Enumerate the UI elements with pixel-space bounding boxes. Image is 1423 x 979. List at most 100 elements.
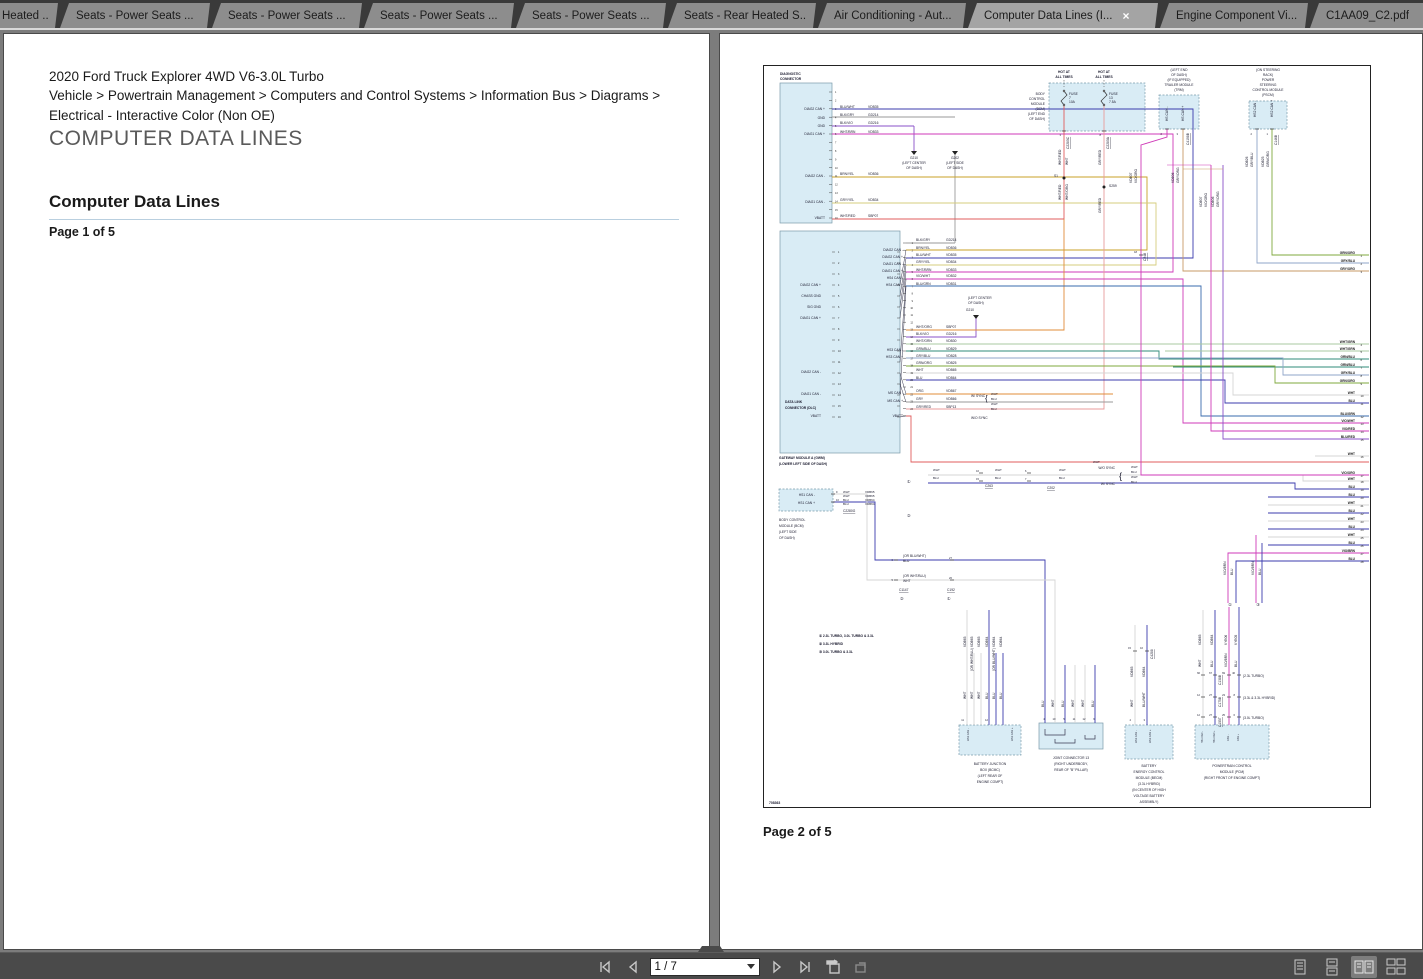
first-page-button[interactable] [594,956,616,977]
tab-9[interactable]: C1AA09_C2.pdf [1310,3,1423,28]
diagram-label: (LEFT SIDE [779,530,798,534]
diagram-label: GD214 [946,238,957,242]
diagram-label: (LEFT END [1028,112,1046,116]
diagram-label: GRY/BLU [1250,152,1254,167]
diagram-label: HS CAN + [1181,106,1185,121]
diagram-label: { [985,394,988,403]
diagram-label: C263 [985,484,993,488]
diagram-label: WHT [1131,475,1138,479]
exit-number: 11 [1361,402,1364,406]
diagram-label: ② 3.3L HYBRID [819,642,844,646]
diagram-label: C1147 [899,588,909,592]
tab-5[interactable]: Seats - Rear Heated S... [668,3,816,28]
two-page-continuous-view-button[interactable] [1383,956,1409,978]
tab-3[interactable]: Seats - Power Seats ... [364,3,514,28]
diagram-label: C2280G [843,509,856,513]
tab-label: Seats - Power Seats ... [532,10,650,22]
diagram-label: SIG GND [807,305,822,309]
diagram-label: VDB07 [1199,196,1203,207]
diagram-label: WHT/ORG [916,325,932,329]
new-window-icon [825,959,841,975]
new-window-button[interactable] [822,956,844,977]
diagram-label: GND [818,116,826,120]
diagram-label: (LOWER LEFT SIDE OF DASH) [779,462,827,466]
exit-wire-label: VIO/WHT [1341,419,1355,423]
exit-wire-label: WHT [1348,501,1355,505]
last-page-button[interactable] [794,956,816,977]
first-page-icon [598,960,612,974]
diagram-label: C192 [947,588,955,592]
exit-wire-label: BLU [1348,399,1355,403]
exit-number: 14 [1361,430,1365,434]
diagram-label: (ON STEERING [1256,68,1280,72]
diagram-label: GRN/ORG [1266,151,1270,167]
tab-8[interactable]: Engine Component Vi... [1160,3,1308,28]
two-page-view-button[interactable] [1351,956,1377,978]
exit-wire-label: BLU [1348,485,1355,489]
diagram-label: VDB36 [946,246,957,250]
diagram-label: BLU [916,376,923,380]
diagram-label: HS1 CAN + [1010,727,1014,741]
wiring-diagram: 1234567891011121314151612345678910111213… [763,65,1371,808]
tab-0[interactable]: Heated ... [0,3,58,28]
diagram-label: VDB28 [946,354,957,358]
exit-number: 19 [1361,488,1365,492]
exit-number: 10 [1361,394,1365,398]
tab-close-icon[interactable]: × [1122,10,1129,22]
tab-4[interactable]: Seats - Power Seats ... [516,3,666,28]
diagram-label: WHT/BRN [916,268,932,272]
single-page-view-button[interactable] [1287,956,1313,978]
splice-dot [1063,177,1065,179]
diagram-label: W/ SYNC [971,394,986,398]
diagram-label: VBATT [893,414,903,418]
fuse-terminal [1103,90,1105,92]
snapshot-button[interactable] [850,956,872,977]
diagram-label: DIAG2 CAN + [882,255,903,259]
diagram-label: VDB26 [1245,156,1249,167]
diagram-label: BLU [843,502,849,506]
exit-wire-label: BLU [1348,509,1355,513]
tab-7[interactable]: Computer Data Lines (I...× [968,3,1158,28]
exit-wire-label: VIO/BRN [1342,549,1356,553]
page-count-label-2: Page 2 of 5 [763,824,832,839]
diagram-label: C4198B [1186,132,1190,145]
diagram-label: GD216 [868,121,879,125]
tab-label: C1AA09_C2.pdf [1326,10,1409,22]
next-page-button[interactable] [766,956,788,977]
diagram-label: VDB64 [1142,666,1146,677]
diagram-label: WHT [1051,699,1055,707]
diagram-label: CAN - [1227,734,1230,741]
exit-wire-label: VIO/ORG [1341,471,1355,475]
diagram-label: HS1 CAN - [966,728,970,741]
fuse-terminal [1103,104,1105,106]
exit-number: 22 [1361,512,1365,516]
wiring-diagram-svg: 1234567891011121314151612345678910111213… [763,65,1371,808]
tab-2[interactable]: Seats - Power Seats ... [212,3,362,28]
diagram-label: BLU [1131,480,1137,484]
diagram-label: HS4 CAN - [887,276,903,280]
diagram-label: BLU/WHT [840,105,855,109]
diagram-label: MS CAN + [887,399,903,403]
diagram-label: WHT [1130,699,1134,707]
previous-page-icon [626,960,640,974]
previous-page-button[interactable] [622,956,644,977]
tab-6[interactable]: Air Conditioning - Aut... [818,3,966,28]
exit-wire-label: BLU [1348,493,1355,497]
diagram-label: DIAGNOSTIC [780,72,801,76]
diagram-label: GD216 [946,332,957,336]
diagram-label: VIO/ORG [1204,192,1208,207]
diagram-label: WHT/BRN [840,130,856,134]
diagram-label: HS2 CAN + [1270,100,1274,117]
diagram-label: (OR BLU/WHT) [903,554,926,558]
tab-1[interactable]: Seats - Power Seats ... [60,3,210,28]
exit-wire-label: GRN/ORG [1340,379,1356,383]
diagram-label: BATTERY JUNCTION [974,762,1007,766]
document-page-right: 1234567891011121314151612345678910111213… [719,33,1423,950]
application-window: Heated ...Seats - Power Seats ...Seats -… [0,0,1423,979]
diagram-label: HS1 CAN + [1148,729,1152,743]
diagram-label: GRY/BLU [916,354,931,358]
exit-wire-label: WHT/GRN [1340,347,1356,351]
page-select-combobox[interactable]: 1 / 7 [650,958,760,976]
continuous-view-button[interactable] [1319,956,1345,978]
diagram-label: VDB32 [946,274,957,278]
